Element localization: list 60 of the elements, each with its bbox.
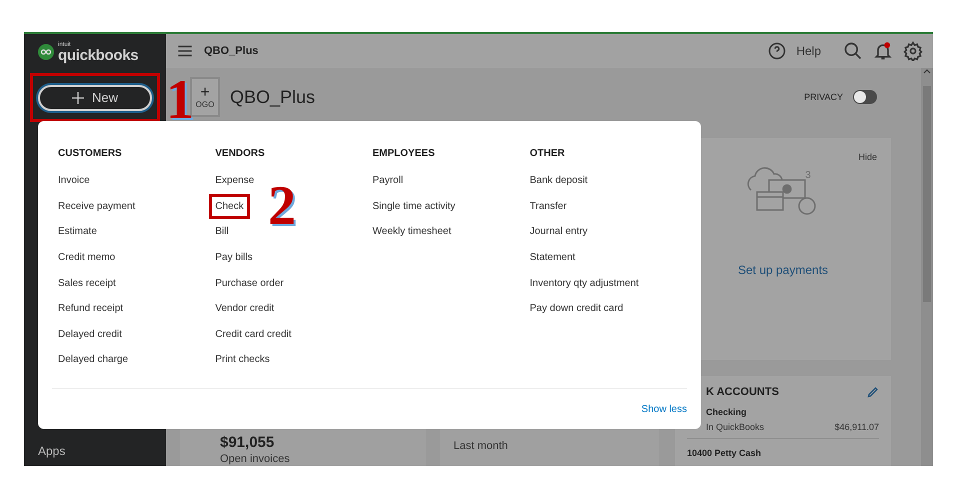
logo-label: OGO xyxy=(196,101,214,109)
menu-item[interactable]: Delayed credit xyxy=(52,322,128,348)
invoice-caption: Open invoices xyxy=(220,453,291,465)
menu-item[interactable]: Statement xyxy=(524,244,582,270)
settings-icon xyxy=(903,41,923,61)
menu-item[interactable]: Transfer xyxy=(524,194,573,220)
menu-item[interactable]: Delayed charge xyxy=(52,347,134,373)
menu-item[interactable]: Pay down credit card xyxy=(524,296,630,322)
company-name: QBO_Plus xyxy=(230,86,316,108)
menu-item[interactable]: Estimate xyxy=(52,219,103,245)
privacy-toggle[interactable] xyxy=(853,90,877,104)
menu-item[interactable]: Payroll xyxy=(366,168,410,194)
menu-item[interactable]: Receive payment xyxy=(52,194,142,220)
privacy-label: PRIVACY xyxy=(804,92,843,102)
logo-icon xyxy=(38,44,54,60)
menu-item[interactable]: Single time activity xyxy=(366,194,462,220)
bank-accounts-title: K ACCOUNTS xyxy=(706,386,779,398)
menu-heading: VENDORS xyxy=(215,148,266,159)
menu-item[interactable]: Print checks xyxy=(209,347,276,373)
menu-item[interactable]: Credit memo xyxy=(52,244,122,270)
hide-link[interactable]: Hide xyxy=(858,152,877,162)
menu-item[interactable]: Expense xyxy=(209,168,260,194)
menu-heading: OTHER xyxy=(530,148,566,159)
plus-sign: + xyxy=(200,85,210,101)
step-number: 2 xyxy=(268,178,296,234)
menu-item[interactable]: Journal entry xyxy=(524,219,594,245)
account-name: Checking xyxy=(705,407,748,417)
menu-item[interactable]: Pay bills xyxy=(209,244,258,270)
menu-item[interactable]: Refund receipt xyxy=(52,296,130,322)
menu-item[interactable]: Inventory qty adjustment xyxy=(524,270,645,296)
menu-item[interactable]: Purchase order xyxy=(209,270,290,296)
scroll-up-icon[interactable] xyxy=(923,68,931,74)
notification-bell-icon[interactable] xyxy=(873,41,893,61)
new-button[interactable]: New xyxy=(38,84,152,110)
invoice-amount: $91,055 xyxy=(220,434,276,451)
menu-item[interactable]: Check xyxy=(209,194,250,220)
search-icon xyxy=(843,41,863,61)
menu-item[interactable]: Credit card credit xyxy=(209,322,298,348)
account-name: 10400 Petty Cash xyxy=(687,448,762,458)
plus-icon xyxy=(72,92,84,104)
menu-item[interactable]: Bank deposit xyxy=(524,168,594,194)
help-icon xyxy=(768,42,786,60)
period-label: Last month xyxy=(454,440,509,452)
account-source: In QuickBooks xyxy=(706,422,764,432)
show-less-link[interactable]: Show less xyxy=(641,404,687,415)
add-logo-button[interactable]: + OGO xyxy=(190,77,220,117)
scrollbar[interactable] xyxy=(921,68,933,466)
sidebar-item[interactable]: Apps xyxy=(24,444,166,466)
menu-heading: CUSTOMERS xyxy=(58,148,123,159)
menu-item[interactable]: Sales receipt xyxy=(52,270,122,296)
menu-item[interactable]: Weekly timesheet xyxy=(366,219,458,245)
pencil-icon[interactable] xyxy=(867,386,879,398)
help-link[interactable]: Help xyxy=(796,44,821,58)
company-title: QBO_Plus xyxy=(204,45,260,57)
menu-item[interactable]: Vendor credit xyxy=(209,296,280,322)
logo-wordmark: quickbooks xyxy=(58,48,138,62)
menu-item[interactable]: Invoice xyxy=(52,168,96,194)
menu-heading: EMPLOYEES xyxy=(372,148,436,159)
menu-item[interactable]: Bill xyxy=(209,219,235,245)
account-balance: $46,911.07 xyxy=(834,422,879,432)
